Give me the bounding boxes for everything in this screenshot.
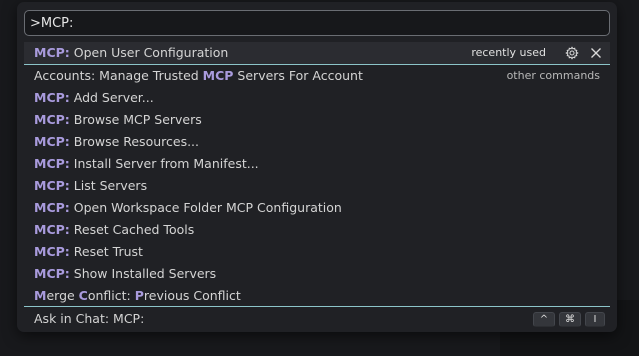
- command-item-reset-trust[interactable]: MCP: Reset Trust: [24, 241, 610, 263]
- gear-icon[interactable]: [564, 45, 580, 61]
- command-palette: MCP: Open User Configuration recently us…: [17, 2, 617, 332]
- command-item-open-user-configuration[interactable]: MCP: Open User Configuration recently us…: [24, 42, 610, 65]
- keybinding-ctrl: ^: [533, 312, 555, 327]
- command-highlight: P: [134, 288, 144, 303]
- command-prefix: MCP:: [34, 90, 70, 105]
- command-label: Reset Trust: [69, 244, 143, 259]
- command-prefix: MCP:: [34, 244, 70, 259]
- keybinding-cmd: ⌘: [559, 312, 581, 327]
- command-item-list-servers[interactable]: MCP: List Servers: [24, 175, 610, 197]
- command-label: Show Installed Servers: [69, 266, 217, 281]
- command-item-add-server[interactable]: MCP: Add Server...: [24, 87, 610, 109]
- command-prefix: MCP:: [34, 156, 70, 171]
- command-label: Open User Configuration: [69, 45, 229, 60]
- other-commands-label: other commands: [506, 69, 600, 82]
- command-item-reset-cached-tools[interactable]: MCP: Reset Cached Tools: [24, 219, 610, 241]
- command-label: List Servers: [69, 178, 148, 193]
- recently-used-label: recently used: [471, 46, 546, 59]
- command-label: Install Server from Manifest...: [69, 156, 259, 171]
- command-label: Add Server...: [69, 90, 154, 105]
- command-input-box[interactable]: [24, 10, 610, 36]
- command-item-show-installed-servers[interactable]: MCP: Show Installed Servers: [24, 263, 610, 285]
- command-label: Reset Cached Tools: [69, 222, 195, 237]
- command-item-merge-conflict-previous-conflict[interactable]: Merge Conflict: Previous Conflict: [24, 285, 610, 307]
- command-label: revious Conflict: [143, 288, 241, 303]
- command-label: Browse Resources...: [69, 134, 199, 149]
- command-prefix: MCP:: [34, 200, 70, 215]
- command-label: Browse MCP Servers: [69, 112, 202, 127]
- command-label: Open Workspace Folder MCP Configuration: [69, 200, 342, 215]
- footer-divider: [24, 306, 610, 307]
- ask-in-chat-label: Ask in Chat: MCP:: [34, 311, 145, 326]
- command-prefix: MCP:: [34, 45, 70, 60]
- command-label: Accounts: Manage Trusted: [34, 68, 203, 83]
- command-input[interactable]: [25, 11, 609, 35]
- close-icon[interactable]: [588, 45, 604, 61]
- command-label: erge: [46, 288, 79, 303]
- command-item-browse-resources[interactable]: MCP: Browse Resources...: [24, 131, 610, 153]
- command-list: MCP: Open User Configuration recently us…: [24, 42, 610, 307]
- command-prefix: MCP:: [34, 222, 70, 237]
- command-prefix: MCP:: [34, 112, 70, 127]
- command-item-install-server-from-manifest[interactable]: MCP: Install Server from Manifest...: [24, 153, 610, 175]
- ask-in-chat-row[interactable]: Ask in Chat: MCP: ^ ⌘ I: [24, 308, 610, 330]
- command-highlight: MCP: [202, 68, 234, 83]
- command-item-open-workspace-folder-mcp-configuration[interactable]: MCP: Open Workspace Folder MCP Configura…: [24, 197, 610, 219]
- command-item-manage-trusted-mcp-servers[interactable]: Accounts: Manage Trusted MCP Servers For…: [24, 65, 610, 87]
- command-prefix: MCP:: [34, 134, 70, 149]
- command-highlight: M: [34, 288, 47, 303]
- command-label-suffix: Servers For Account: [233, 68, 363, 83]
- keybinding-i: I: [585, 312, 605, 327]
- command-prefix: MCP:: [34, 266, 70, 281]
- command-label: onflict:: [87, 288, 135, 303]
- command-prefix: MCP:: [34, 178, 70, 193]
- command-item-browse-mcp-servers[interactable]: MCP: Browse MCP Servers: [24, 109, 610, 131]
- command-highlight: C: [78, 288, 88, 303]
